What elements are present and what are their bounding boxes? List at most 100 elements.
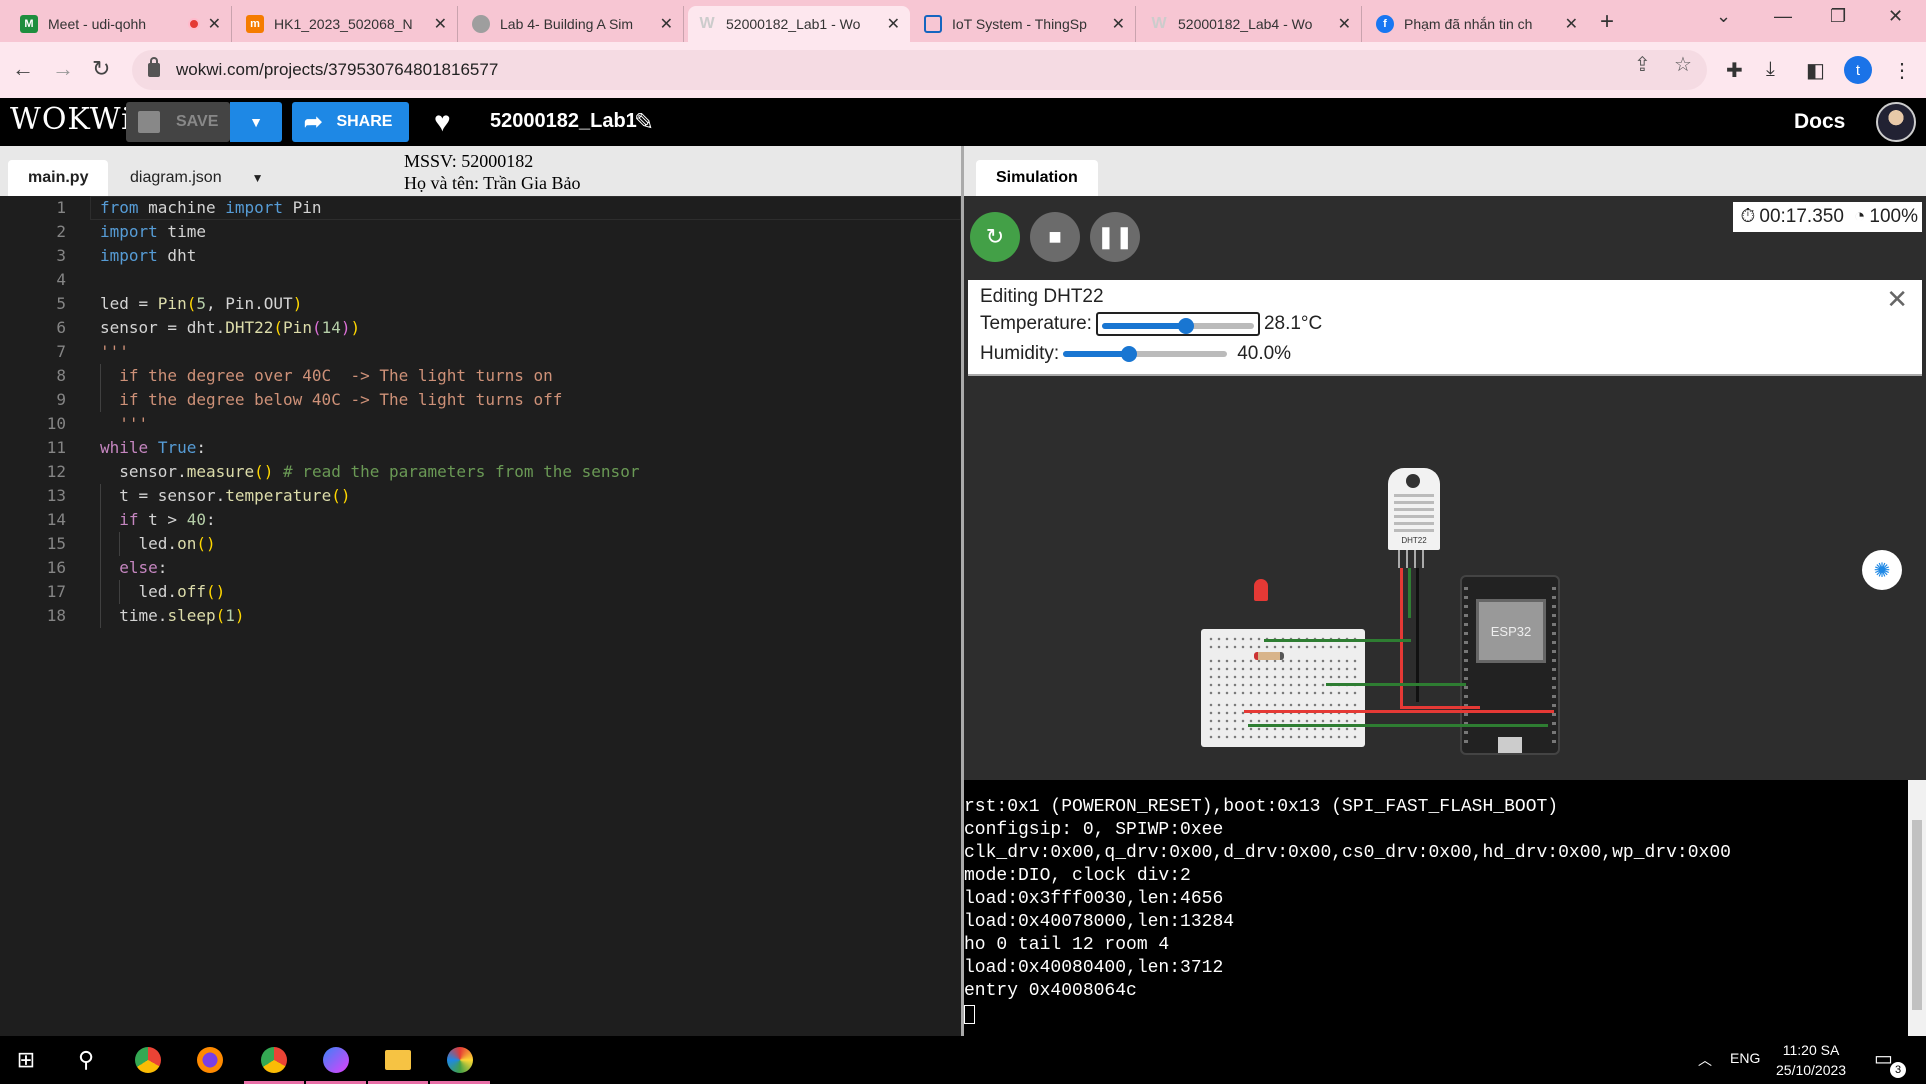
serial-monitor[interactable]: rst:0x1 (POWERON_RESET),boot:0x13 (SPI_F…	[964, 780, 1926, 1036]
recording-icon	[187, 18, 200, 30]
lock-icon[interactable]	[148, 57, 160, 77]
chrome-profile-icon[interactable]	[258, 1044, 290, 1076]
serial-output-line: clk_drv:0x00,q_drv:0x00,d_drv:0x00,cs0_d…	[964, 843, 1731, 863]
browser-tab-wokwi-lab1[interactable]: W 52000182_Lab1 - Wo ✕	[688, 6, 910, 42]
dht22-sensor[interactable]: DHT22	[1388, 468, 1440, 550]
code-line: 13 t = sensor.temperature()	[46, 486, 351, 505]
globe-icon	[472, 15, 490, 33]
browser-tab-hk1[interactable]: m HK1_2023_502068_N ✕	[236, 6, 458, 42]
search-icon[interactable]: ⚲	[70, 1044, 102, 1076]
simulation-timer: ⏱ 00:17.350 ◔ 100%	[1732, 202, 1922, 232]
stop-simulation-button[interactable]: ■	[1030, 212, 1080, 262]
code-line: 7 '''	[56, 342, 129, 361]
browser-tab-facebook[interactable]: f Phạm đã nhắn tin ch ✕	[1366, 6, 1588, 42]
close-tab-icon[interactable]: ✕	[1565, 14, 1578, 34]
serial-output-line: ho 0 tail 12 room 4	[964, 935, 1170, 955]
rename-pencil-icon[interactable]: ✎	[634, 108, 654, 137]
breadboard[interactable]	[1201, 629, 1365, 747]
paint-icon[interactable]	[444, 1044, 476, 1076]
close-icon[interactable]: ✕	[1886, 284, 1908, 315]
browser-tab-lab4[interactable]: Lab 4- Building A Sim ✕	[462, 6, 684, 42]
browser-menu-icon[interactable]: ⋮	[1892, 58, 1912, 83]
wire-green	[1248, 724, 1548, 727]
wokwi-logo[interactable]: WOKWi	[10, 102, 132, 137]
url-input[interactable]: wokwi.com/projects/379530764801816577	[132, 50, 1707, 90]
chevron-down-icon[interactable]: ▼	[252, 171, 264, 185]
bookmark-star-icon[interactable]: ☆	[1674, 52, 1692, 77]
browser-tab-thingspeak[interactable]: IoT System - ThingSp ✕	[914, 6, 1136, 42]
close-tab-icon[interactable]: ✕	[1338, 14, 1351, 34]
code-line: 14 if t > 40:	[46, 510, 216, 529]
extensions-icon[interactable]: ✚	[1726, 58, 1743, 83]
humidity-slider[interactable]	[1063, 342, 1228, 366]
minimize-button[interactable]: —	[1774, 6, 1792, 27]
close-tab-icon[interactable]: ✕	[1112, 14, 1125, 34]
code-line: 1 from machine import Pin	[56, 198, 322, 217]
notification-count: 3	[1890, 1062, 1906, 1078]
side-panel-icon[interactable]: ◧	[1806, 58, 1825, 83]
code-line: 3 import dht	[56, 246, 197, 265]
like-heart-icon[interactable]: ♥	[434, 106, 451, 138]
close-tab-icon[interactable]: ✕	[208, 14, 221, 34]
temperature-slider[interactable]	[1095, 312, 1260, 336]
save-button[interactable]: SAVE	[126, 102, 230, 142]
close-window-button[interactable]: ✕	[1888, 6, 1903, 27]
reload-icon[interactable]: ↻	[92, 56, 110, 82]
dht22-edit-panel: Editing DHT22 ✕ Temperature: 28.1°C Humi…	[968, 280, 1922, 376]
back-icon[interactable]: ←	[12, 56, 34, 82]
serial-output-line: rst:0x1 (POWERON_RESET),boot:0x13 (SPI_F…	[964, 797, 1559, 817]
assistant-fab-button[interactable]: ✺	[1862, 550, 1902, 590]
taskbar-clock[interactable]: 11:20 SA 25/10/2023	[1776, 1040, 1846, 1080]
code-line: 15 led.on()	[46, 534, 216, 553]
pause-simulation-button[interactable]: ❚❚	[1090, 212, 1140, 262]
firefox-icon[interactable]	[194, 1044, 226, 1076]
code-editor[interactable]: 1 from machine import Pin 2 import time 3i…	[0, 196, 961, 1036]
tab-simulation[interactable]: Simulation	[976, 160, 1098, 196]
new-tab-button[interactable]: +	[1600, 8, 1614, 36]
save-disk-icon	[138, 111, 160, 133]
close-tab-icon[interactable]: ✕	[660, 14, 673, 34]
input-language[interactable]: ENG	[1730, 1050, 1760, 1066]
close-tab-icon[interactable]: ✕	[434, 14, 447, 34]
temperature-row: Temperature: 28.1°C	[980, 312, 1323, 336]
download-icon[interactable]: ⤓	[1766, 58, 1775, 81]
resistor[interactable]	[1254, 652, 1284, 660]
share-page-icon[interactable]: ⇪	[1634, 52, 1651, 77]
serial-output-line: load:0x40080400,len:3712	[964, 958, 1224, 978]
code-line: 12 sensor.measure() # read the parameter…	[46, 462, 640, 481]
messenger-icon[interactable]	[320, 1044, 352, 1076]
scrollbar-thumb[interactable]	[1912, 820, 1922, 1010]
file-explorer-icon[interactable]	[382, 1044, 414, 1076]
share-button[interactable]: ➦ SHARE	[292, 102, 409, 142]
close-tab-icon[interactable]: ✕	[887, 14, 900, 34]
tab-diagram-json[interactable]: diagram.json ▼	[110, 160, 284, 196]
esp32-board[interactable]: ESP32	[1460, 575, 1560, 755]
meet-icon: M	[20, 15, 38, 33]
red-led[interactable]	[1254, 579, 1268, 601]
edit-panel-title: Editing DHT22	[980, 286, 1104, 307]
user-avatar[interactable]	[1876, 102, 1916, 142]
browser-tab-strip: M Meet - udi-qohh ✕ m HK1_2023_502068_N …	[0, 0, 1926, 42]
serial-output-line: mode:DIO, clock div:2	[964, 866, 1191, 886]
serial-scrollbar[interactable]	[1908, 780, 1926, 1036]
tab-main-py[interactable]: main.py	[8, 160, 109, 196]
save-options-dropdown[interactable]: ▼	[230, 102, 282, 142]
windows-start-icon[interactable]: ⊞	[10, 1044, 42, 1076]
browser-tab-meet[interactable]: M Meet - udi-qohh ✕	[10, 6, 232, 42]
temperature-slider-thumb[interactable]	[1177, 318, 1194, 334]
code-line: 17 led.off()	[46, 582, 226, 601]
docs-link[interactable]: Docs	[1794, 110, 1845, 134]
restart-simulation-button[interactable]: ↻	[970, 212, 1020, 262]
thingspeak-icon	[924, 15, 942, 33]
browser-tab-wokwi-lab4[interactable]: W 52000182_Lab4 - Wo ✕	[1140, 6, 1362, 42]
simulation-canvas[interactable]: ↻ ■ ❚❚ ⏱ 00:17.350 ◔ 100% Editing DHT22 …	[964, 196, 1926, 780]
chrome-icon[interactable]	[132, 1044, 164, 1076]
humidity-slider-thumb[interactable]	[1120, 346, 1137, 362]
restore-button[interactable]: ❐	[1830, 6, 1846, 27]
forward-icon[interactable]: →	[52, 56, 74, 82]
serial-input-cursor[interactable]	[964, 1005, 975, 1024]
tab-search-icon[interactable]: ⌄	[1716, 6, 1731, 27]
facebook-icon: f	[1376, 15, 1394, 33]
browser-profile-avatar[interactable]: t	[1844, 56, 1872, 84]
tray-chevron-up-icon[interactable]: ︿	[1698, 1050, 1712, 1070]
